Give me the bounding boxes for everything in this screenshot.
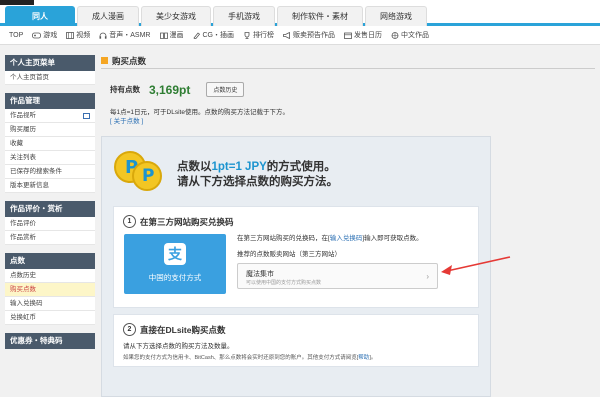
enter-code-link[interactable]: 输入兑换码 [330,235,363,242]
brush-icon [192,31,200,39]
subnav-comics[interactable]: 漫画 [159,30,184,40]
alipay-icon: 支 [164,243,186,265]
sidebar-item-reviews[interactable]: 作品评价 [5,217,95,231]
title-marker-icon [101,57,108,64]
step2-note: 如果您的支付方式为信用卡、BitCash、那么点数将会实时还原到您的账户。其他支… [123,355,377,361]
sidebar-item-version-updates[interactable]: 版本更新信息 [5,179,95,193]
sidebar-item-favorites[interactable]: 收藏 [5,137,95,151]
sidebar-section-title: 作品管理 [5,93,95,109]
film-icon [66,31,75,39]
chevron-right-icon: › [426,272,429,281]
step-number: 1 [123,215,136,228]
subnav-ranking[interactable]: 排行榜 [243,30,274,40]
page-title: 购买点数 [101,55,595,69]
points-label: 持有点数 [110,85,140,94]
step1-description: 在第三方网站购买的兑换码，在[输入兑换码]输入即可获取点数。 [237,235,423,242]
tab-bishoujo-games[interactable]: 美少女游戏 [141,6,211,26]
sidebar-item-mypage-home[interactable]: 个人主页首页 [5,71,95,85]
top-category-bar: 同人 成人漫画 美少女游戏 手机游戏 制作软件・素材 网络游戏 [0,0,600,26]
subnav-chinese[interactable]: 中文作品 [391,30,429,40]
point-history-button[interactable]: 点数历史 [206,82,245,97]
points-value: 3,169pt [149,82,191,97]
calendar-icon [344,32,352,39]
subnav-announce[interactable]: 贩卖预告作品 [283,30,335,40]
subnav-calendar[interactable]: 发售日历 [344,30,382,40]
step2-card: 2 直接在DLsite购买点数 请从下方选择点数的购买方法及数量。 如果您的支付… [113,314,479,367]
shop-button-magic-market[interactable]: 魔法集市 可以使用中国的支付方式购买点数 › [237,263,438,289]
sidebar-item-play-library[interactable]: 作品视听 [5,109,95,123]
main-content: 购买点数 持有点数 3,169pt 点数历史 每1点=1日元，可于DLsite使… [101,55,595,397]
sidebar-item-enter-code[interactable]: 输入兑换码 [5,297,95,311]
sidebar-section-title: 个人主页菜单 [5,55,95,71]
subnav-video[interactable]: 视频 [66,30,90,40]
sub-navigation: TOP 游戏 视频 音声・ASMR 漫画 CG・插画 排行榜 贩卖预告作品 发售… [0,26,600,45]
step1-card: 1 在第三方网站购买兑换码 支 中国的支付方式 在第三方网站购买的兑换码，在[输… [113,206,479,308]
sidebar: 个人主页菜单 个人主页首页 作品管理 作品视听 购买履历 收藏 关注列表 已保存… [5,55,95,349]
subnav-audio[interactable]: 音声・ASMR [99,30,151,40]
headphones-icon [99,32,107,39]
sidebar-item-purchase-history[interactable]: 购买履历 [5,123,95,137]
step-number: 2 [123,323,136,336]
sidebar-item-point-history[interactable]: 点数历史 [5,269,95,283]
subnav-top[interactable]: TOP [9,32,23,39]
subnav-games[interactable]: 游戏 [32,30,57,40]
external-link-icon [83,113,90,119]
tab-software-assets[interactable]: 制作软件・素材 [277,6,363,26]
step2-description: 请从下方选择点数的购买方法及数量。 [123,343,234,350]
tab-adult-comics[interactable]: 成人漫画 [77,6,139,26]
coin-icon: P [132,161,162,191]
category-tabs: 同人 成人漫画 美少女游戏 手机游戏 制作软件・素材 网络游戏 [5,6,429,26]
sidebar-item-saved-searches[interactable]: 已保存的搜索条件 [5,165,95,179]
trophy-icon [244,31,250,39]
help-link[interactable]: 帮助 [358,355,369,361]
sidebar-item-buy-points[interactable]: 购买点数 [5,283,95,297]
globe-icon [391,31,399,39]
step2-title: 直接在DLsite购买点数 [140,324,226,335]
sidebar-item-follow-list[interactable]: 关注列表 [5,151,95,165]
sidebar-item-exchange-coins[interactable]: 兑换虹币 [5,311,95,325]
china-payment-button[interactable]: 支 中国的支付方式 [124,234,226,294]
step1-title: 在第三方网站购买兑换码 [140,216,234,227]
purchase-methods-panel: P P 点数以1pt=1 JPY的方式使用。 请从下方选择点数的购买方法。 1 … [101,136,491,397]
sidebar-section-title: 点数 [5,253,95,269]
tab-mobile-games[interactable]: 手机游戏 [213,6,275,26]
about-points-link[interactable]: [ 关于点数 ] [110,117,289,126]
recommended-sites-label: 推荐的点数贩卖网站（第三方网站） [237,251,341,258]
tab-doujin[interactable]: 同人 [5,6,75,26]
points-balance: 持有点数 3,169pt 点数历史 [110,82,245,97]
sidebar-section-title: 优惠券・特典码 [5,333,95,349]
sidebar-section-title: 作品评价・赏析 [5,201,95,217]
points-note: 每1点=1日元，可于DLsite使用。点数的购买方法记载于下方。 [ 关于点数 … [110,109,289,126]
megaphone-icon [283,31,290,39]
hero-text: 点数以1pt=1 JPY的方式使用。 请从下方选择点数的购买方法。 [177,161,338,188]
book-icon [159,32,168,39]
gamepad-icon [32,32,42,38]
tab-online-games[interactable]: 网络游戏 [365,6,427,26]
subnav-cg[interactable]: CG・插画 [192,30,234,40]
sidebar-item-appreciation[interactable]: 作品赏析 [5,231,95,245]
